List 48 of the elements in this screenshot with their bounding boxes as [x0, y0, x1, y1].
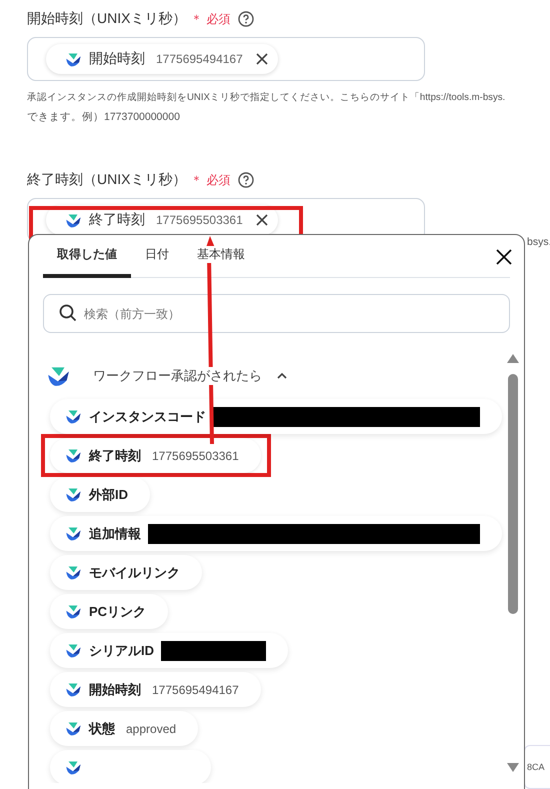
- app-logo-icon: [64, 760, 82, 775]
- value-chip[interactable]: モバイルリンク: [50, 555, 202, 590]
- help-icon[interactable]: [238, 11, 254, 27]
- value-chip[interactable]: 開始時刻 1775695494167: [46, 44, 278, 74]
- help-icon[interactable]: [238, 172, 254, 188]
- value-chip[interactable]: 状態 approved: [50, 711, 198, 746]
- app-logo-icon: [64, 448, 82, 463]
- app-logo-icon: [64, 721, 82, 736]
- app-logo-icon: [64, 52, 82, 66]
- group-title[interactable]: ワークフロー承認がされたら: [93, 367, 262, 385]
- tab[interactable]: 取得した値: [43, 235, 131, 278]
- value-chip[interactable]: 開始時刻 1775695494167: [50, 672, 261, 707]
- close-icon[interactable]: [496, 249, 512, 265]
- background-text: 8CA: [527, 762, 545, 772]
- value-chip[interactable]: インスタンスコード: [50, 399, 502, 434]
- token-field[interactable]: 開始時刻 1775695494167: [27, 37, 425, 81]
- chip-value: 1775695494167: [156, 52, 243, 66]
- app-logo-icon: [64, 409, 82, 424]
- app-logo-icon: [64, 487, 82, 502]
- required-mark: ＊: [190, 10, 202, 28]
- search-icon: [59, 304, 77, 322]
- scroll-down-icon[interactable]: [506, 762, 520, 774]
- app-logo-icon: [64, 526, 82, 541]
- value-chip[interactable]: 追加情報: [50, 516, 502, 551]
- chip-label: 終了時刻: [89, 211, 145, 229]
- app-logo-icon: [64, 565, 82, 580]
- value-chip[interactable]: 終了時刻 1775695503361: [50, 438, 261, 473]
- remove-icon[interactable]: [256, 53, 268, 65]
- app-logo-icon: [64, 682, 82, 697]
- help-text: できます。例）1773700000000: [27, 110, 181, 125]
- value-chip[interactable]: シリアルID: [50, 633, 288, 668]
- value-chip[interactable]: 外部ID: [50, 477, 150, 512]
- chip-label: 開始時刻: [89, 50, 145, 68]
- field-label: 終了時刻（UNIXミリ秒）: [27, 171, 186, 189]
- chip-value: 1775695503361: [156, 213, 243, 227]
- remove-icon[interactable]: [256, 214, 268, 226]
- required-label: 必須: [206, 172, 230, 188]
- app-logo-icon: [64, 643, 82, 658]
- required-label: 必須: [206, 10, 230, 28]
- field-label: 開始時刻（UNIXミリ秒）: [27, 10, 186, 28]
- scroll-up-icon[interactable]: [506, 352, 520, 364]
- app-logo-icon: [64, 604, 82, 619]
- value-chip[interactable]: PCリンク: [50, 594, 168, 629]
- help-text: 承認インスタンスの作成開始時刻をUNIXミリ秒で指定してください。こちらのサイト「https://tools.m-bsys.: [27, 91, 506, 105]
- required-mark: ＊: [190, 172, 202, 188]
- app-logo-icon: [64, 212, 82, 228]
- caret-icon[interactable]: [276, 371, 288, 381]
- search-field[interactable]: 検索（前方一致）: [43, 294, 510, 333]
